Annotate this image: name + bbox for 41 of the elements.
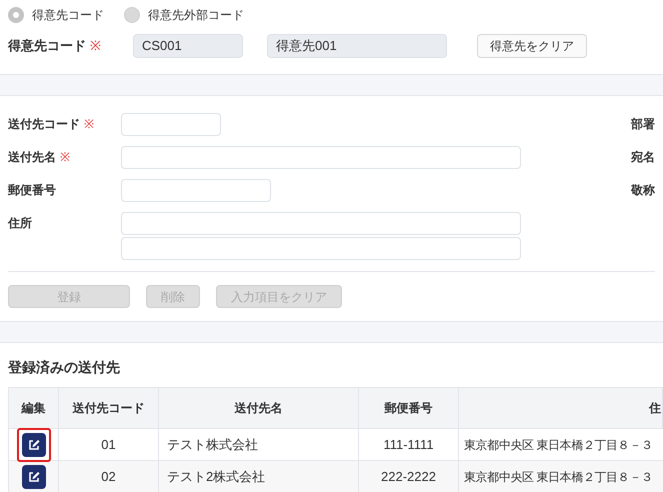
radio-label: 得意先外部コード (148, 7, 244, 24)
table-cell: 02 (59, 461, 159, 492)
radio-button[interactable] (8, 7, 24, 23)
input-field[interactable] (121, 179, 271, 202)
table-cell: テスト株式会社 (159, 429, 359, 460)
input-field[interactable] (121, 237, 521, 260)
field-label: 敬称 (631, 182, 655, 199)
required-mark: ※ (84, 116, 94, 133)
edit-icon (28, 470, 40, 482)
column-header: 送付先コード (59, 388, 159, 428)
table-cell: テスト2株式会社 (159, 461, 359, 492)
field-label: 郵便番号 (8, 182, 56, 199)
section-title: 登録済みの送付先 (6, 358, 121, 377)
field-label: 送付先コード (8, 116, 80, 133)
clear-customer-button[interactable]: 得意先をクリア (477, 34, 587, 58)
input-field[interactable] (121, 113, 221, 136)
input-field[interactable] (121, 212, 521, 235)
required-mark: ※ (90, 37, 101, 56)
edit-button[interactable] (22, 432, 46, 456)
field-label: 住所 (8, 215, 32, 232)
customer-name-field[interactable]: 得意先001 (267, 34, 447, 58)
table-cell: 01 (59, 429, 159, 460)
table-cell-text: 東京都中央区 東日本橋２丁目８－３ (463, 436, 654, 454)
input-field[interactable] (121, 146, 521, 169)
field-label: 送付先名 (8, 149, 56, 166)
customer-code-field[interactable]: CS001 (133, 34, 243, 58)
column-header: 編集 (9, 388, 59, 428)
table-cell: 222-2222 (359, 461, 459, 492)
column-header: 送付先名 (159, 388, 359, 428)
radio-label: 得意先コード (32, 7, 104, 24)
column-header: 住 (459, 388, 663, 428)
table-cell: 111-1111 (359, 429, 459, 460)
required-mark: ※ (60, 149, 70, 166)
column-header: 郵便番号 (359, 388, 459, 428)
edit-icon (28, 438, 40, 450)
radio-button[interactable] (124, 7, 140, 23)
field-label: 得意先コード (8, 37, 86, 56)
edit-button[interactable] (22, 464, 46, 488)
table-cell-text: 東京都中央区 東日本橋２丁目８－３ (463, 468, 654, 486)
field-label: 部署 (631, 116, 655, 133)
field-label: 宛名 (631, 149, 655, 166)
